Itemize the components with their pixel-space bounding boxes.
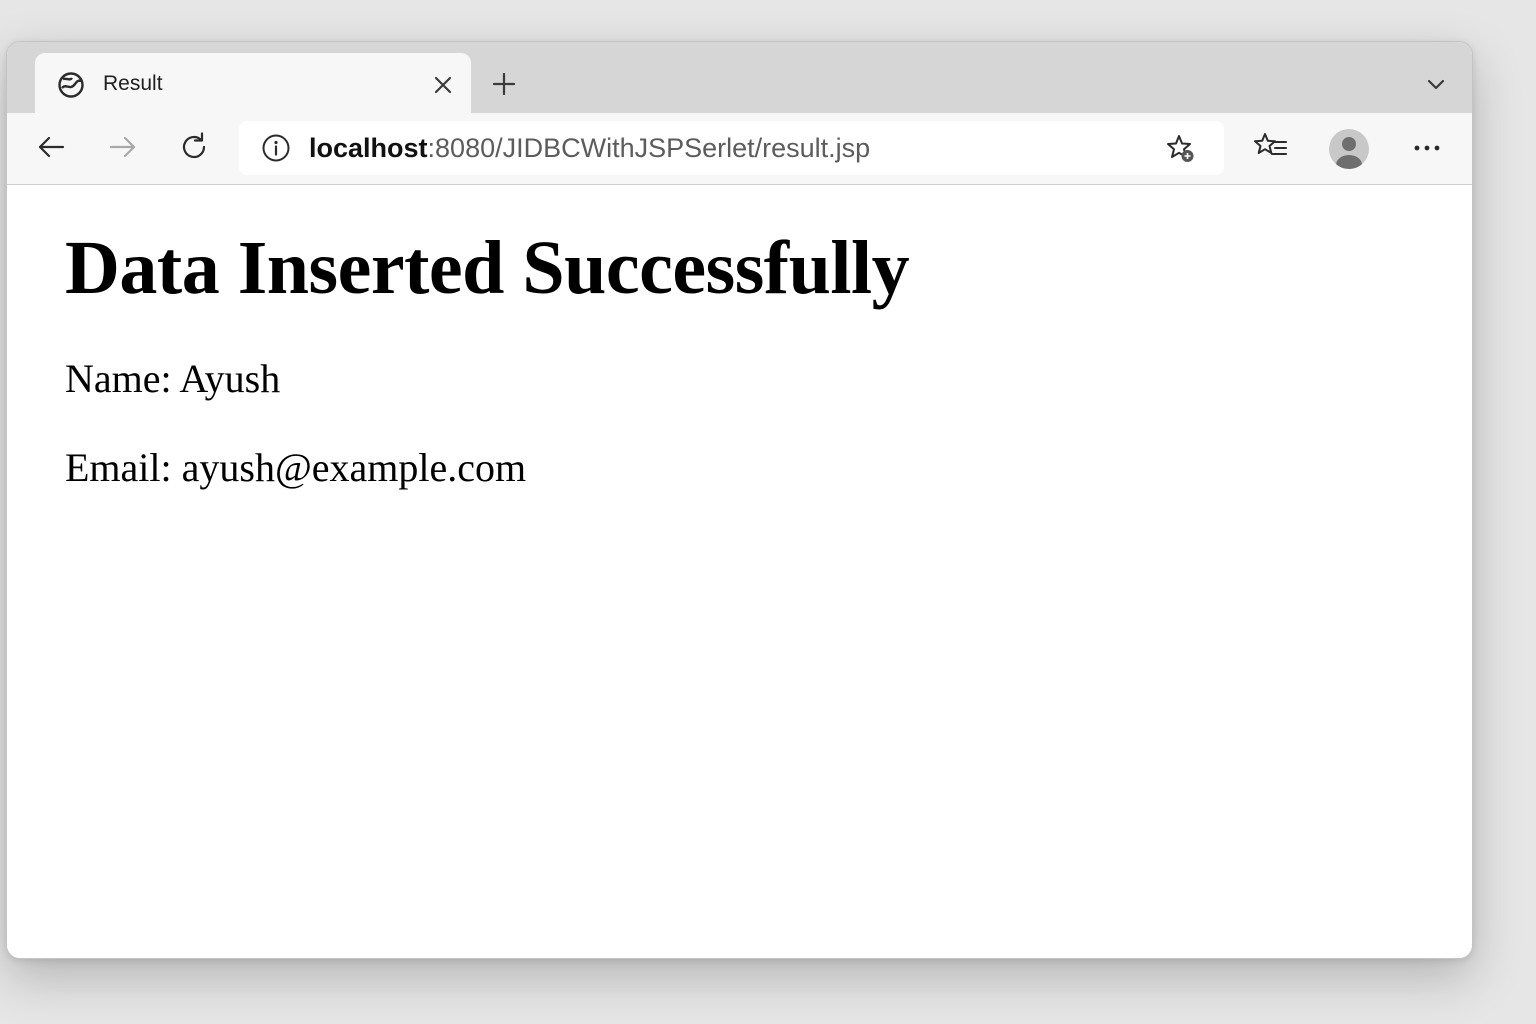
forward-button[interactable]	[103, 129, 143, 169]
address-bar[interactable]: localhost:8080/JIDBCWithJSPSerlet/result…	[239, 121, 1224, 175]
plus-icon[interactable]	[489, 69, 519, 99]
refresh-button[interactable]	[174, 129, 214, 169]
favorites-list-icon	[1254, 130, 1288, 169]
email-line: Email: ayush@example.com	[65, 445, 527, 490]
tab-strip: Result	[7, 42, 1472, 115]
chevron-down-icon[interactable]	[1421, 69, 1451, 99]
tab-title: Result	[103, 72, 163, 95]
close-icon[interactable]	[429, 71, 457, 99]
globe-icon	[57, 71, 85, 99]
browser-window: Result localhost:8080/JIDBCWithJSPSerlet…	[6, 41, 1473, 959]
more-button[interactable]	[1407, 129, 1447, 169]
tab-result[interactable]: Result	[35, 53, 471, 115]
back-button[interactable]	[31, 129, 71, 169]
page-content: Data Inserted Successfully Name: Ayush E…	[7, 185, 1472, 958]
more-icon	[1413, 140, 1441, 158]
star-plus-icon[interactable]	[1165, 133, 1197, 165]
arrow-left-icon	[36, 132, 66, 167]
favorites-button[interactable]	[1251, 129, 1291, 169]
page-title: Data Inserted Successfully	[65, 226, 910, 310]
avatar-icon[interactable]	[1329, 129, 1369, 169]
arrow-right-icon	[108, 132, 138, 167]
url-path: :8080/JIDBCWithJSPSerlet/result.jsp	[427, 133, 871, 163]
toolbar: localhost:8080/JIDBCWithJSPSerlet/result…	[7, 113, 1472, 185]
info-icon[interactable]	[261, 133, 291, 163]
name-line: Name: Ayush	[65, 356, 281, 401]
url-host: localhost	[309, 133, 428, 163]
url-text[interactable]: localhost:8080/JIDBCWithJSPSerlet/result…	[309, 133, 870, 163]
refresh-icon	[178, 131, 210, 168]
